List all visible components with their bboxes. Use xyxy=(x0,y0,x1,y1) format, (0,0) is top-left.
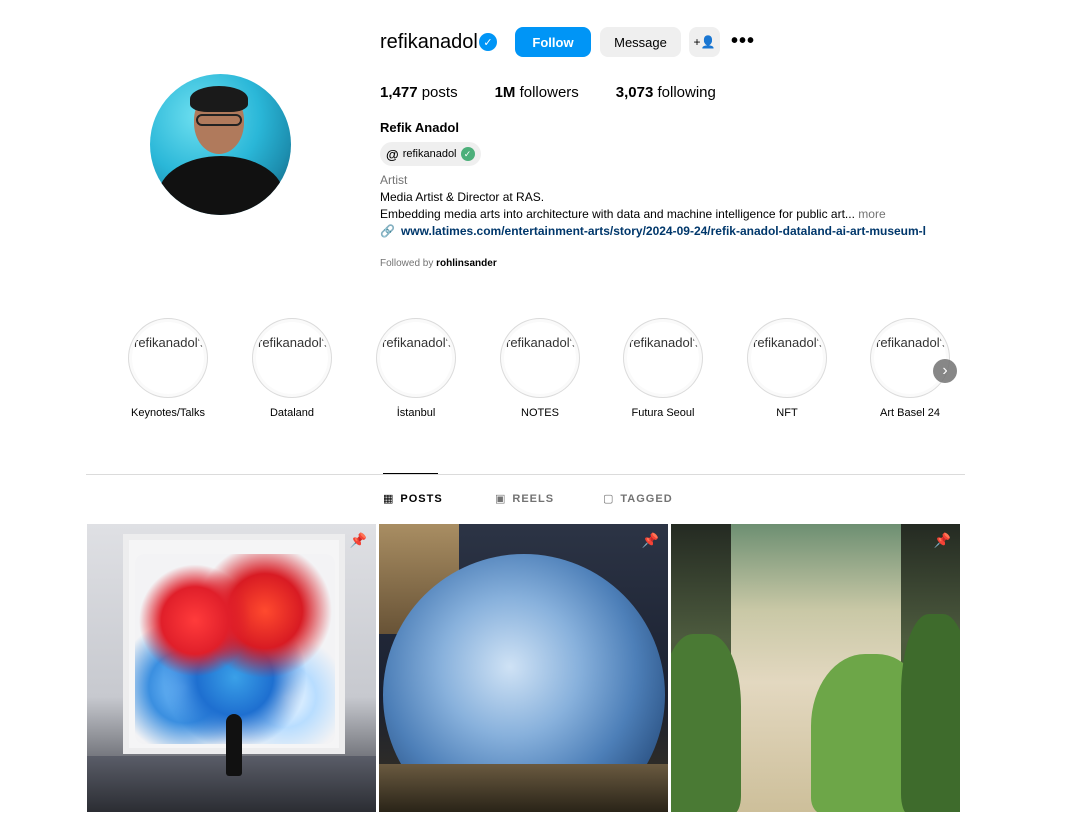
followers-label: followers xyxy=(519,84,579,101)
tab-reels-label: REELS xyxy=(512,492,555,505)
highlight-item[interactable]: refikanadol's highlight story picture NO… xyxy=(495,318,585,419)
grid-icon: ▦ xyxy=(383,493,395,505)
avatar-body xyxy=(158,156,284,215)
highlight-alt-text: refikanadol's highlight story picture xyxy=(874,322,946,394)
following-stat[interactable]: 3,073 following xyxy=(616,84,716,101)
pin-icon: 📌 xyxy=(933,532,951,548)
profile-full-name: Refik Anadol xyxy=(380,120,459,135)
add-user-icon[interactable]: +👤 xyxy=(689,27,720,57)
tabs-divider xyxy=(86,474,965,475)
reels-icon: ▣ xyxy=(495,493,507,505)
highlight-alt-text: refikanadol's highlight story picture xyxy=(627,322,699,394)
profile-link[interactable]: 🔗 www.latimes.com/entertainment-arts/stor… xyxy=(380,224,965,238)
highlight-circle: refikanadol's highlight story picture xyxy=(376,318,456,398)
follow-button[interactable]: Follow xyxy=(515,27,591,57)
pin-icon: 📌 xyxy=(641,532,659,548)
highlight-label: Art Basel 24 xyxy=(880,407,940,419)
avatar-glasses xyxy=(196,114,242,126)
tab-posts[interactable]: ▦ POSTS xyxy=(383,492,443,506)
profile-link-text: www.latimes.com/entertainment-arts/story… xyxy=(400,224,926,238)
highlight-alt-text: refikanadol's highlight story picture xyxy=(132,322,204,394)
profile-stats: 1,477 posts 1M followers 3,073 following xyxy=(380,84,753,101)
post-image-base xyxy=(379,764,668,812)
highlight-item[interactable]: refikanadol's highlight story picture NF… xyxy=(742,318,832,419)
profile-category: Artist xyxy=(380,173,408,187)
highlight-item[interactable]: refikanadol's highlight story picture Fu… xyxy=(618,318,708,419)
bio-line-1: Media Artist & Director at RAS. xyxy=(380,190,545,204)
threads-badge[interactable]: @ refikanadol ✓ xyxy=(380,142,481,166)
threads-verified-icon: ✓ xyxy=(460,147,475,161)
tab-reels[interactable]: ▣ REELS xyxy=(495,492,555,506)
highlight-circle: refikanadol's highlight story picture xyxy=(747,318,827,398)
chevron-right-icon[interactable]: › xyxy=(933,359,957,383)
post-image-tree xyxy=(671,634,741,812)
tagged-icon: ▢ xyxy=(603,493,615,505)
highlight-label: Futura Seoul xyxy=(631,407,695,419)
followers-stat[interactable]: 1M followers xyxy=(495,84,579,101)
active-tab-indicator xyxy=(383,473,438,474)
highlight-circle: refikanadol's highlight story picture xyxy=(870,318,950,398)
highlight-item[interactable]: refikanadol's highlight story picture Da… xyxy=(247,318,337,419)
following-label: following xyxy=(657,84,716,101)
highlight-alt-text: refikanadol's highlight story picture xyxy=(256,322,328,394)
bio-more-link[interactable]: more xyxy=(858,207,885,221)
highlight-circle: refikanadol's highlight story picture xyxy=(252,318,332,398)
threads-handle: refikanadol xyxy=(402,148,457,160)
message-button[interactable]: Message xyxy=(600,27,681,57)
pin-icon: 📌 xyxy=(349,532,367,548)
highlight-alt-text: refikanadol's highlight story picture xyxy=(751,322,823,394)
highlight-label: NFT xyxy=(776,407,798,419)
bio-line-2-text: Embedding media arts into architecture w… xyxy=(380,207,855,221)
profile-username: refikanadol xyxy=(380,31,478,53)
highlight-item[interactable]: refikanadol's highlight story picture İs… xyxy=(371,318,461,419)
highlight-circle: refikanadol's highlight story picture xyxy=(128,318,208,398)
tab-posts-label: POSTS xyxy=(400,492,443,505)
highlight-circle: refikanadol's highlight story picture xyxy=(500,318,580,398)
posts-stat: 1,477 posts xyxy=(380,84,458,101)
following-count: 3,073 xyxy=(615,84,654,101)
bio-line-2: Embedding media arts into architecture w… xyxy=(380,207,886,221)
highlight-alt-text: refikanadol's highlight story picture xyxy=(504,322,576,394)
followed-by-prefix: Followed by xyxy=(380,258,434,269)
highlight-label: Dataland xyxy=(269,407,315,419)
post-thumbnail[interactable]: 📌 xyxy=(671,524,960,812)
highlight-item[interactable]: refikanadol's highlight story picture Ke… xyxy=(123,318,213,419)
more-options-icon[interactable]: ••• xyxy=(731,30,755,53)
followed-by[interactable]: Followed by rohlinsander xyxy=(380,258,497,269)
avatar-hair xyxy=(190,86,248,112)
post-image-tree xyxy=(901,614,960,812)
highlight-label: Keynotes/Talks xyxy=(131,407,205,419)
post-thumbnail[interactable]: 📌 xyxy=(87,524,376,812)
post-thumbnail[interactable]: 📌 xyxy=(379,524,668,812)
verified-badge-icon: ✓ xyxy=(479,33,497,51)
threads-icon: @ xyxy=(386,146,399,162)
highlight-label: İstanbul xyxy=(396,407,436,419)
post-image-person xyxy=(226,714,242,776)
followed-by-user: rohlinsander xyxy=(436,258,497,269)
highlight-label: NOTES xyxy=(521,407,559,419)
posts-label: posts xyxy=(421,84,458,101)
link-icon: 🔗 xyxy=(380,224,395,238)
posts-count: 1,477 xyxy=(380,84,418,101)
tab-tagged[interactable]: ▢ TAGGED xyxy=(603,492,673,506)
tab-tagged-label: TAGGED xyxy=(620,492,673,505)
highlight-circle: refikanadol's highlight story picture xyxy=(623,318,703,398)
profile-avatar[interactable] xyxy=(150,74,291,215)
followers-count: 1M xyxy=(494,84,516,101)
highlight-alt-text: refikanadol's highlight story picture xyxy=(380,322,452,394)
